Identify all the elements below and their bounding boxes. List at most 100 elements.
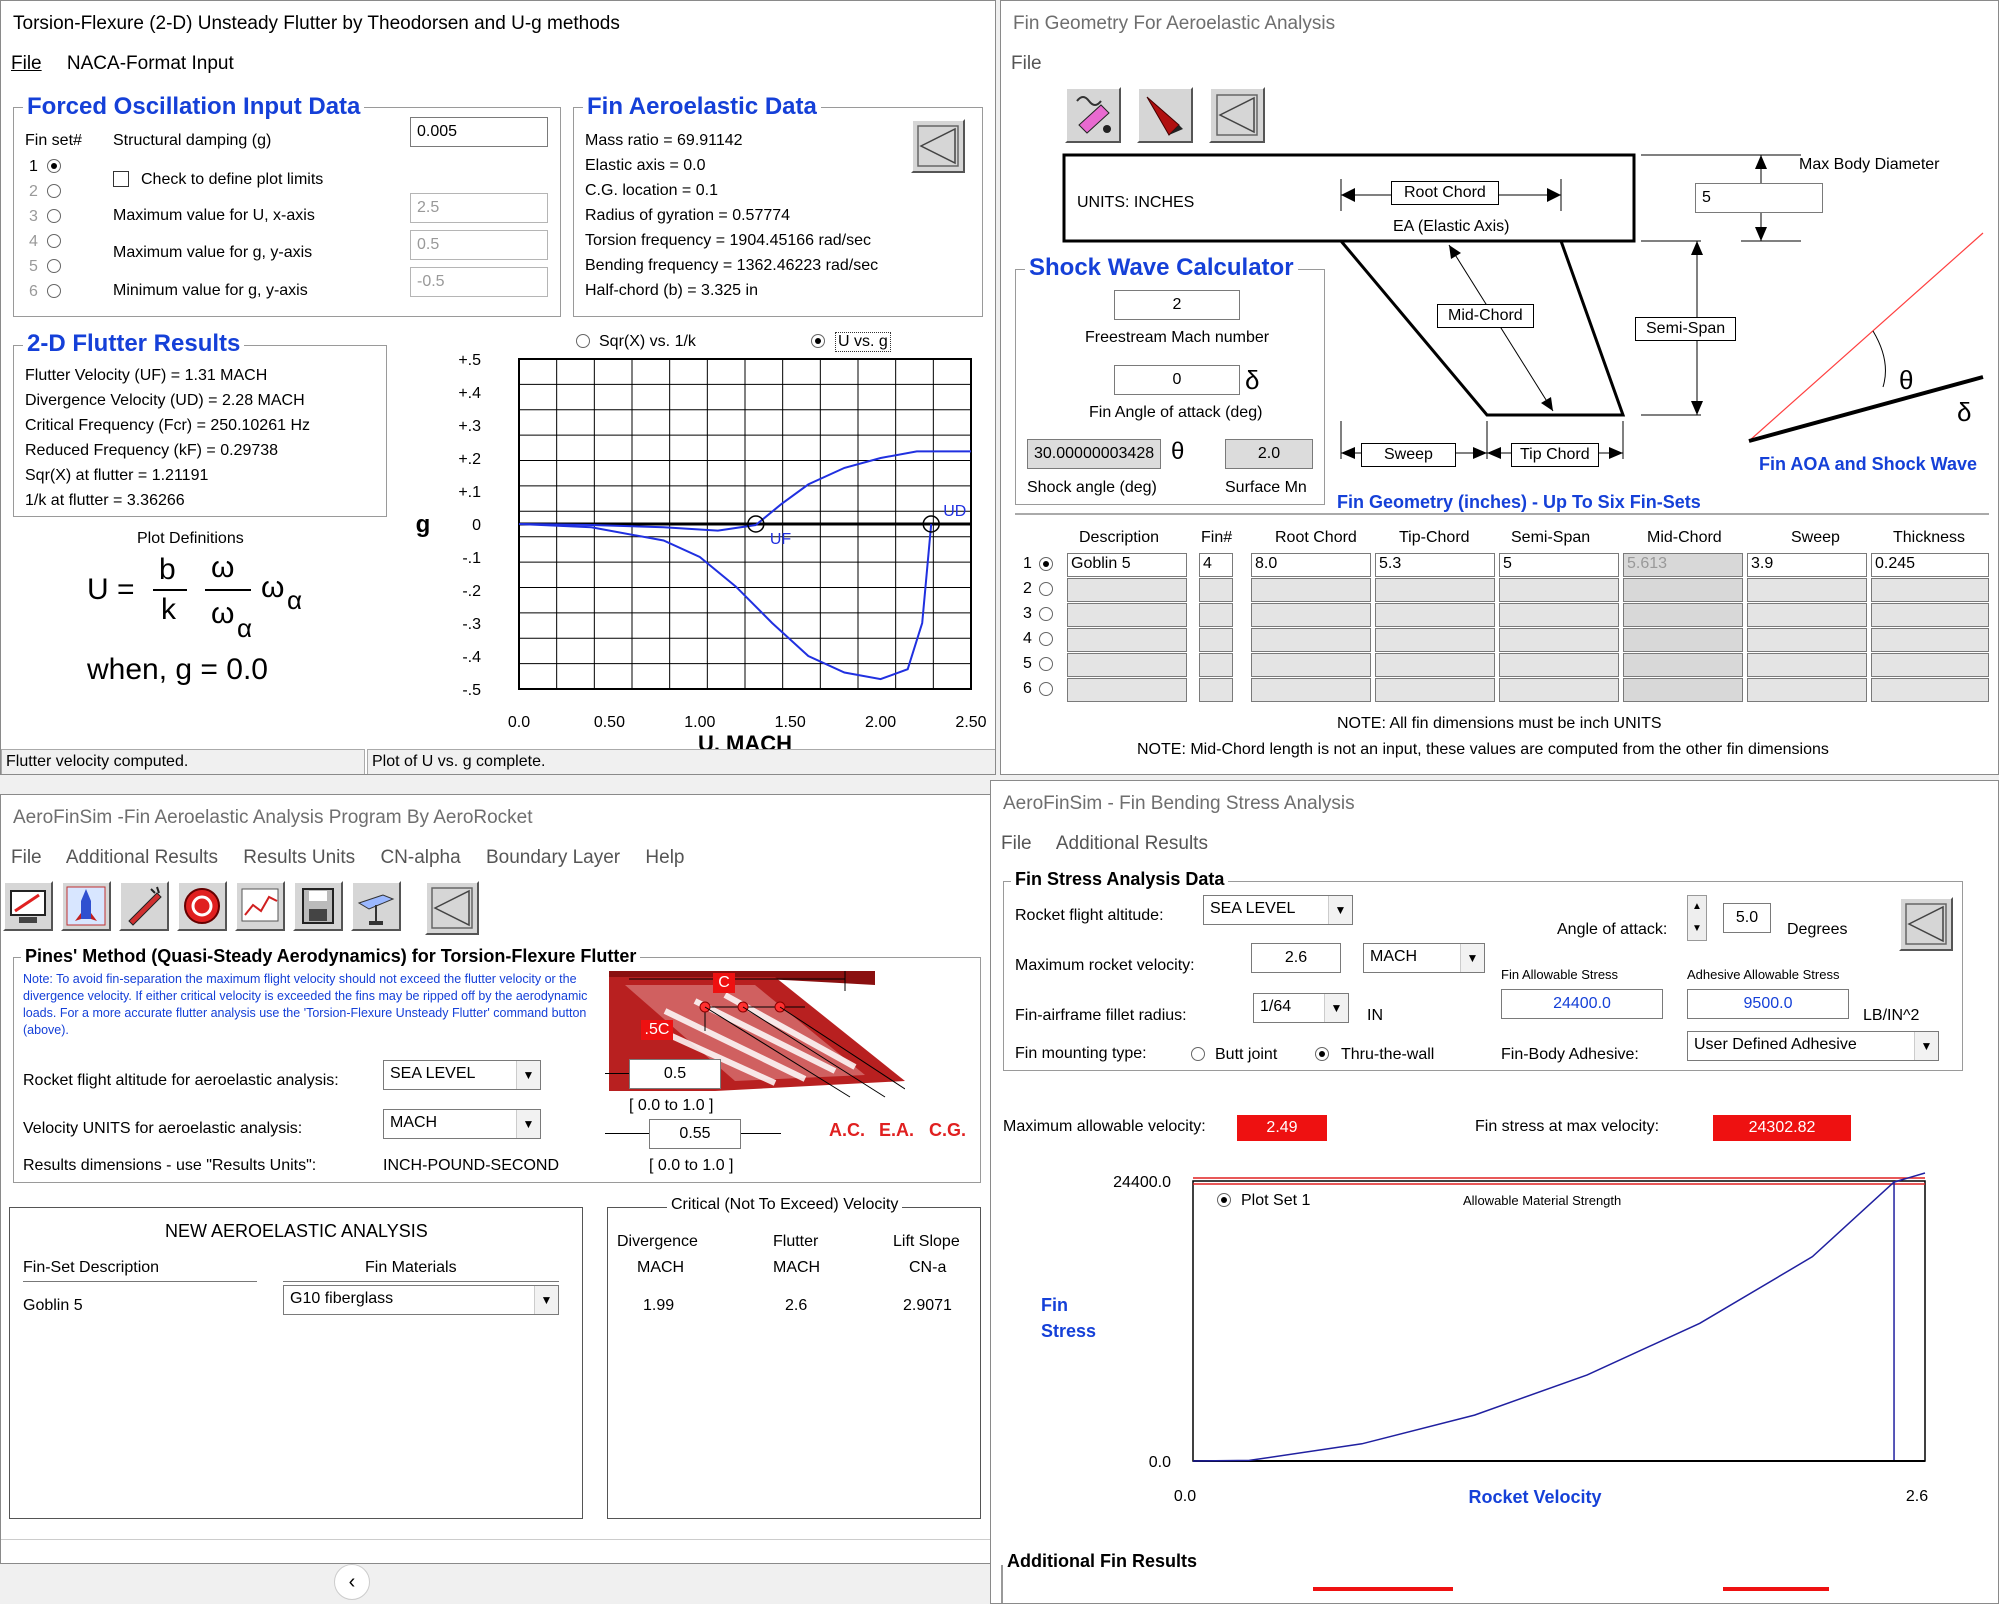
cg-input[interactable]: 0.55 [649,1119,741,1149]
menu-help[interactable]: Help [645,847,684,868]
table-cell[interactable] [1747,578,1867,602]
tb-chart-button[interactable] [235,881,285,931]
table-cell[interactable]: 5 [1499,553,1619,577]
table-cell[interactable] [1251,653,1371,677]
max-body-input[interactable]: 5 [1695,183,1823,213]
aas-input[interactable]: 9500.0 [1687,989,1849,1019]
mach-input[interactable]: 2 [1114,290,1240,320]
thru-radio[interactable] [1315,1047,1329,1061]
table-cell[interactable] [1251,678,1371,702]
menu-file[interactable]: File [11,53,42,74]
plot-set-radio[interactable] [1217,1193,1231,1207]
table-cell[interactable] [1067,653,1187,677]
table-cell[interactable] [1067,603,1187,627]
table-cell[interactable] [1747,653,1867,677]
min-g-input[interactable]: -0.5 [410,267,548,297]
table-cell[interactable] [1199,653,1233,677]
tb-wind-tunnel-button[interactable] [351,881,401,931]
table-cell[interactable] [1067,678,1187,702]
table-cell[interactable] [1251,578,1371,602]
table-cell[interactable] [1499,578,1619,602]
row-radio[interactable] [1039,632,1053,646]
table-cell[interactable] [1871,678,1989,702]
ac-input[interactable]: 0.5 [629,1059,721,1089]
menu-naca[interactable]: NACA-Format Input [67,53,234,74]
max-u-input[interactable]: 2.5 [410,193,548,223]
vel-select[interactable]: MACH ▼ [383,1109,541,1139]
menu-additional-results[interactable]: Additional Results [1056,833,1208,854]
tb-back-button[interactable] [425,881,479,935]
fas-input[interactable]: 24400.0 [1501,989,1663,1019]
menu-boundary-layer[interactable]: Boundary Layer [486,847,620,868]
table-cell[interactable] [1499,678,1619,702]
table-cell[interactable] [1199,678,1233,702]
menu-cn-alpha[interactable]: CN-alpha [380,847,460,868]
finset-radio-5[interactable] [47,259,61,273]
aoa-input[interactable]: 5.0 [1723,903,1771,933]
table-cell[interactable] [1871,603,1989,627]
table-cell[interactable]: 5.3 [1375,553,1495,577]
plot-limits-checkbox[interactable] [113,171,129,187]
table-cell[interactable] [1747,603,1867,627]
table-cell[interactable]: Goblin 5 [1067,553,1187,577]
table-cell[interactable] [1747,678,1867,702]
table-cell[interactable] [1871,628,1989,652]
fin-tool-button[interactable] [1137,87,1193,143]
tb-flutter-button[interactable] [119,881,169,931]
menu-file[interactable]: File [11,847,42,868]
finset-radio-2[interactable] [47,184,61,198]
row-radio[interactable] [1039,607,1053,621]
menu-file[interactable]: File [1011,53,1042,74]
aoa-spinner[interactable]: ▲ ▼ [1687,895,1707,941]
table-cell[interactable] [1375,628,1495,652]
menu-results-units[interactable]: Results Units [243,847,355,868]
table-cell[interactable]: 3.9 [1747,553,1867,577]
table-cell[interactable]: 4 [1199,553,1233,577]
table-cell[interactable] [1067,628,1187,652]
table-cell[interactable] [1871,578,1989,602]
tb-stop-button[interactable] [177,881,227,931]
alt-select[interactable]: SEA LEVEL ▼ [383,1060,541,1090]
tb-monitor-button[interactable] [3,881,53,931]
alt-select[interactable]: SEA LEVEL ▼ [1203,895,1353,925]
flutter-tool-button[interactable] [1065,87,1121,143]
scroll-left-button[interactable]: ‹ [334,1564,370,1600]
butt-radio[interactable] [1191,1047,1205,1061]
table-cell[interactable] [1199,628,1233,652]
row-radio[interactable] [1039,657,1053,671]
fin-mat-select[interactable]: G10 fiberglass ▼ [283,1285,559,1315]
table-cell[interactable] [1499,653,1619,677]
table-cell[interactable] [1499,603,1619,627]
menu-additional-results[interactable]: Additional Results [66,847,218,868]
row-radio[interactable] [1039,557,1053,571]
table-cell[interactable] [1375,678,1495,702]
table-cell[interactable] [1871,653,1989,677]
table-cell[interactable] [1251,628,1371,652]
finset-radio-3[interactable] [47,209,61,223]
table-cell[interactable]: 8.0 [1251,553,1371,577]
table-cell[interactable] [1375,578,1495,602]
table-cell[interactable] [1251,603,1371,627]
tb-rocket-button[interactable] [61,881,111,931]
table-cell[interactable] [1067,578,1187,602]
finset-radio-4[interactable] [47,234,61,248]
damping-input[interactable]: 0.005 [410,117,548,147]
aoa-input[interactable]: 0 [1114,365,1240,395]
finset-radio-1[interactable] [47,159,61,173]
table-cell[interactable] [1199,578,1233,602]
max-g-input[interactable]: 0.5 [410,230,548,260]
back-button[interactable] [1899,897,1953,951]
table-cell[interactable] [1375,653,1495,677]
table-cell[interactable] [1747,628,1867,652]
finset-radio-6[interactable] [47,284,61,298]
maxvel-input[interactable]: 2.6 [1251,943,1341,973]
maxvel-unit-select[interactable]: MACH ▼ [1363,943,1485,973]
table-cell[interactable]: 0.245 [1871,553,1989,577]
row-radio[interactable] [1039,582,1053,596]
table-cell[interactable] [1199,603,1233,627]
fillet-select[interactable]: 1/64 ▼ [1253,993,1349,1023]
menu-file[interactable]: File [1001,833,1032,854]
table-cell[interactable] [1499,628,1619,652]
back-button[interactable] [911,119,965,173]
back-button[interactable] [1209,87,1265,143]
